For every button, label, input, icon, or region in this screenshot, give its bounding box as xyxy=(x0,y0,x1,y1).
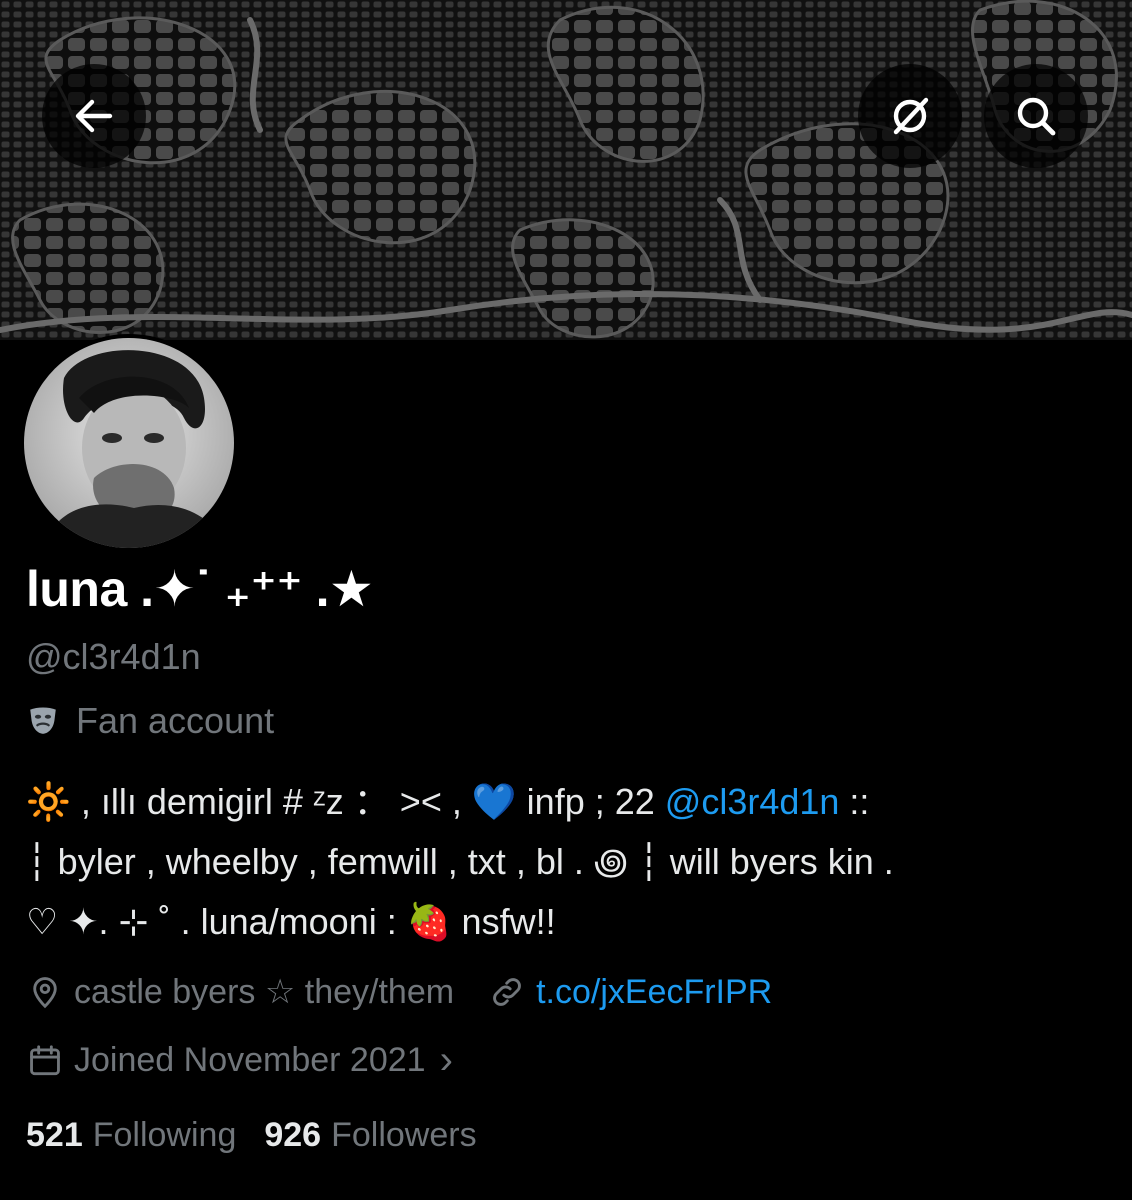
bio-line-3: ♡ ✦. ⊹ ˚ . luna/mooni : 🍓 nsfw!! xyxy=(26,901,556,942)
link-icon xyxy=(493,978,521,1006)
search-button[interactable] xyxy=(984,64,1088,168)
search-icon xyxy=(1017,97,1056,136)
followers-link[interactable]: 926 Followers xyxy=(264,1116,476,1155)
following-label: Following xyxy=(92,1116,237,1154)
avatar[interactable] xyxy=(20,334,238,552)
calendar-icon xyxy=(30,1044,60,1075)
grok-lens-button[interactable] xyxy=(858,64,962,168)
location-pin-icon xyxy=(33,977,57,1009)
professional-category: Fan account xyxy=(26,700,274,742)
website-link[interactable]: t.co/jxEecFrIPR xyxy=(536,973,772,1012)
display-name: luna .✦˙ ₊⁺⁺ .★ xyxy=(26,561,374,617)
chevron-right-icon: › xyxy=(439,1038,453,1082)
bio-mention-link[interactable]: @cl3r4d1n xyxy=(665,781,840,822)
bio-text: 🔆 , ıllı demigirl # ᶻz ： >< , 💙 infp ; 2… xyxy=(26,781,665,822)
bio-line-2: ┆ byler , wheelby , femwill , txt , bl .… xyxy=(26,841,894,882)
profile-meta-row: castle byers ☆ they/them t.co/jxEecFrIPR xyxy=(26,972,772,1012)
back-button[interactable] xyxy=(42,64,146,168)
followers-count: 926 xyxy=(264,1116,322,1154)
lace-banner-image xyxy=(0,0,1132,340)
grok-lens-icon xyxy=(893,97,929,135)
followers-label: Followers xyxy=(331,1116,477,1154)
username-handle: @cl3r4d1n xyxy=(26,636,201,677)
following-link[interactable]: 521 Following xyxy=(26,1116,236,1155)
joined-date-row[interactable]: Joined November 2021 › xyxy=(26,1038,453,1083)
following-count: 521 xyxy=(26,1116,83,1154)
location-text: castle byers ☆ they/them xyxy=(74,973,455,1011)
bio-line-1: 🔆 , ıllı demigirl # ᶻz ： >< , 💙 infp ; 2… xyxy=(26,772,1116,832)
profile-bio: 🔆 , ıllı demigirl # ᶻz ： >< , 💙 infp ; 2… xyxy=(26,772,1116,952)
arrow-left-icon xyxy=(75,99,113,133)
category-label: Fan account xyxy=(76,700,275,741)
joined-date: Joined November 2021 xyxy=(74,1041,426,1079)
avatar-photo xyxy=(24,338,234,548)
bio-text: :: xyxy=(839,781,870,822)
profile-banner[interactable] xyxy=(0,0,1132,340)
theater-mask-icon xyxy=(30,707,56,734)
follow-stats: 521 Following 926 Followers xyxy=(26,1116,477,1155)
